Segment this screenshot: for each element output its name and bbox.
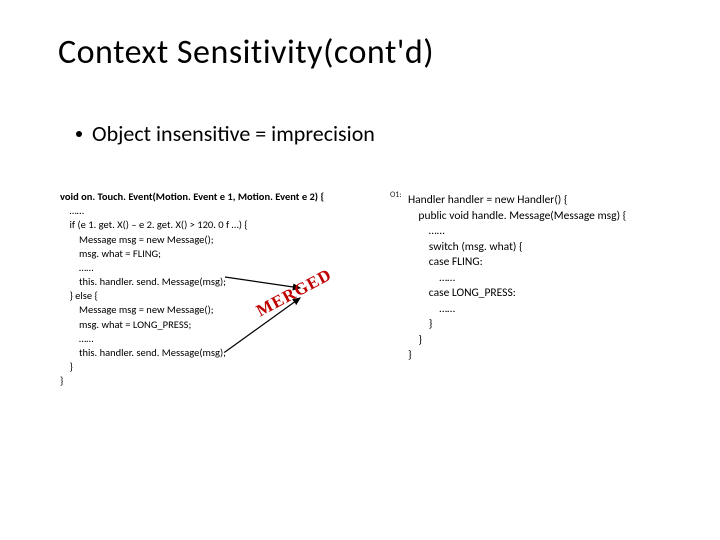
code-line: …… — [60, 332, 94, 345]
slide-title: Context Sensitivity(cont'd) — [58, 32, 434, 73]
code-line: void on. Touch. Event(Motion. Event e 1,… — [60, 190, 324, 203]
code-line: } — [60, 360, 73, 373]
code-line: msg. what = FLING; — [60, 247, 161, 260]
code-line: this. handler. send. Message(msg); — [60, 275, 226, 288]
code-line: case LONG_PRESS: — [408, 286, 516, 300]
code-line: if (e 1. get. X() – e 2. get. X() > 120.… — [60, 218, 248, 231]
code-line: …… — [60, 261, 94, 274]
code-line: } — [408, 348, 412, 362]
o1-label: O1: — [390, 190, 402, 200]
code-line: msg. what = LONG_PRESS; — [60, 318, 191, 331]
code-line: …… — [408, 302, 455, 316]
code-line: Handler handler = new Handler() { — [408, 193, 568, 207]
code-line: case FLING: — [408, 255, 483, 269]
code-block-right: Handler handler = new Handler() { public… — [408, 193, 626, 364]
bullet-icon — [76, 131, 82, 137]
code-line: …… — [408, 271, 455, 285]
code-line: switch (msg. what) { — [408, 240, 523, 254]
subtitle-text: Object insensitive = imprecision — [92, 120, 375, 147]
code-line: } else { — [60, 289, 98, 302]
code-line: } — [408, 333, 422, 347]
code-line: Message msg = new Message(); — [60, 303, 214, 316]
slide-subtitle: Object insensitive = imprecision — [76, 120, 375, 147]
code-line: …… — [60, 204, 84, 217]
code-line: …… — [408, 224, 445, 238]
code-line: public void handle. Message(Message msg)… — [408, 209, 626, 223]
code-line: this. handler. send. Message(msg); — [60, 346, 226, 359]
code-line: Message msg = new Message(); — [60, 233, 214, 246]
code-line: } — [60, 374, 63, 387]
code-line: } — [408, 317, 432, 331]
